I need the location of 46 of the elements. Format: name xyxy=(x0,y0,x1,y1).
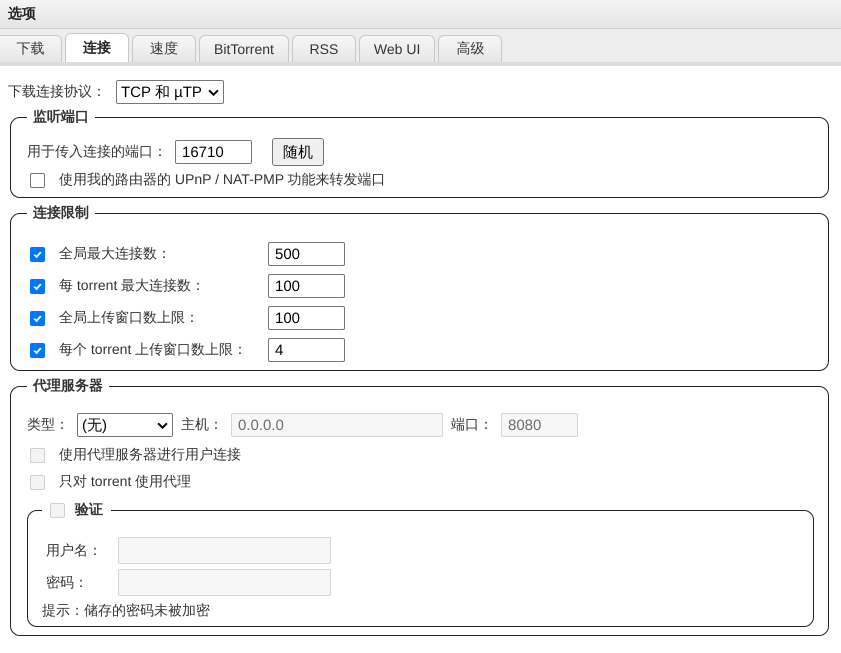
tab[interactable]: 连接 xyxy=(65,33,129,62)
checkbox-label: 使用代理服务器进行用户连接 xyxy=(59,446,241,464)
username-label: 用户名： xyxy=(46,542,102,560)
group-title: 连接限制 xyxy=(32,204,90,222)
checkbox[interactable] xyxy=(30,172,45,188)
limit-field[interactable]: 4 xyxy=(268,338,345,362)
limit-field[interactable]: 100 xyxy=(268,306,345,330)
port-label: 用于传入连接的端口： xyxy=(27,143,167,161)
limit-field[interactable]: 500 xyxy=(268,242,345,266)
group-title: 验证 xyxy=(75,501,103,519)
checkbox-label: 只对 torrent 使用代理 xyxy=(59,473,192,491)
chevron-icon xyxy=(157,422,168,428)
checkbox[interactable] xyxy=(30,310,45,326)
checkbox-label: 每 torrent 最大连接数： xyxy=(59,277,206,295)
type-label: 类型： xyxy=(27,416,69,434)
random-button[interactable]: 随机 xyxy=(272,138,324,166)
limit-field[interactable]: 100 xyxy=(268,274,345,298)
type-dropdown[interactable]: (无) xyxy=(77,413,173,437)
tab[interactable]: BitTorrent xyxy=(199,35,289,62)
checkmark-icon xyxy=(32,280,43,292)
checkbox-label: 使用我的路由器的 UPnP / NAT-PMP 功能来转发端口 xyxy=(59,171,386,189)
chevron-icon xyxy=(208,88,219,96)
checkmark-icon xyxy=(32,312,43,324)
port-field[interactable]: 16710 xyxy=(175,140,252,164)
tab[interactable]: 速度 xyxy=(132,35,196,62)
checkbox-label: 全局上传窗口数上限： xyxy=(59,309,200,327)
group-title: 代理服务器 xyxy=(32,377,104,395)
checkmark-icon xyxy=(32,344,43,356)
tab[interactable]: Web UI xyxy=(358,35,436,62)
protocol-label: 下载连接协议： xyxy=(8,83,106,101)
checkbox[interactable] xyxy=(30,342,45,358)
checkbox[interactable] xyxy=(30,246,45,262)
password-label: 密码： xyxy=(46,574,88,592)
tab[interactable]: RSS xyxy=(292,35,356,62)
host-label: 主机： xyxy=(181,416,223,434)
hint-text: 提示：储存的密码未被加密 xyxy=(42,602,211,620)
port-label: 端口： xyxy=(451,416,493,434)
checkbox-label: 全局最大连接数： xyxy=(59,245,172,263)
checkmark-icon xyxy=(32,248,43,260)
checkbox[interactable] xyxy=(30,278,45,294)
tab[interactable]: 高级 xyxy=(438,35,502,62)
window-title: 选项 xyxy=(8,5,36,23)
tab[interactable]: 下载 xyxy=(0,35,62,62)
group-title: 监听端口 xyxy=(32,108,90,126)
protocol-dropdown[interactable]: TCP 和 µTP xyxy=(116,80,224,104)
checkbox-label: 每个 torrent 上传窗口数上限： xyxy=(59,341,248,359)
